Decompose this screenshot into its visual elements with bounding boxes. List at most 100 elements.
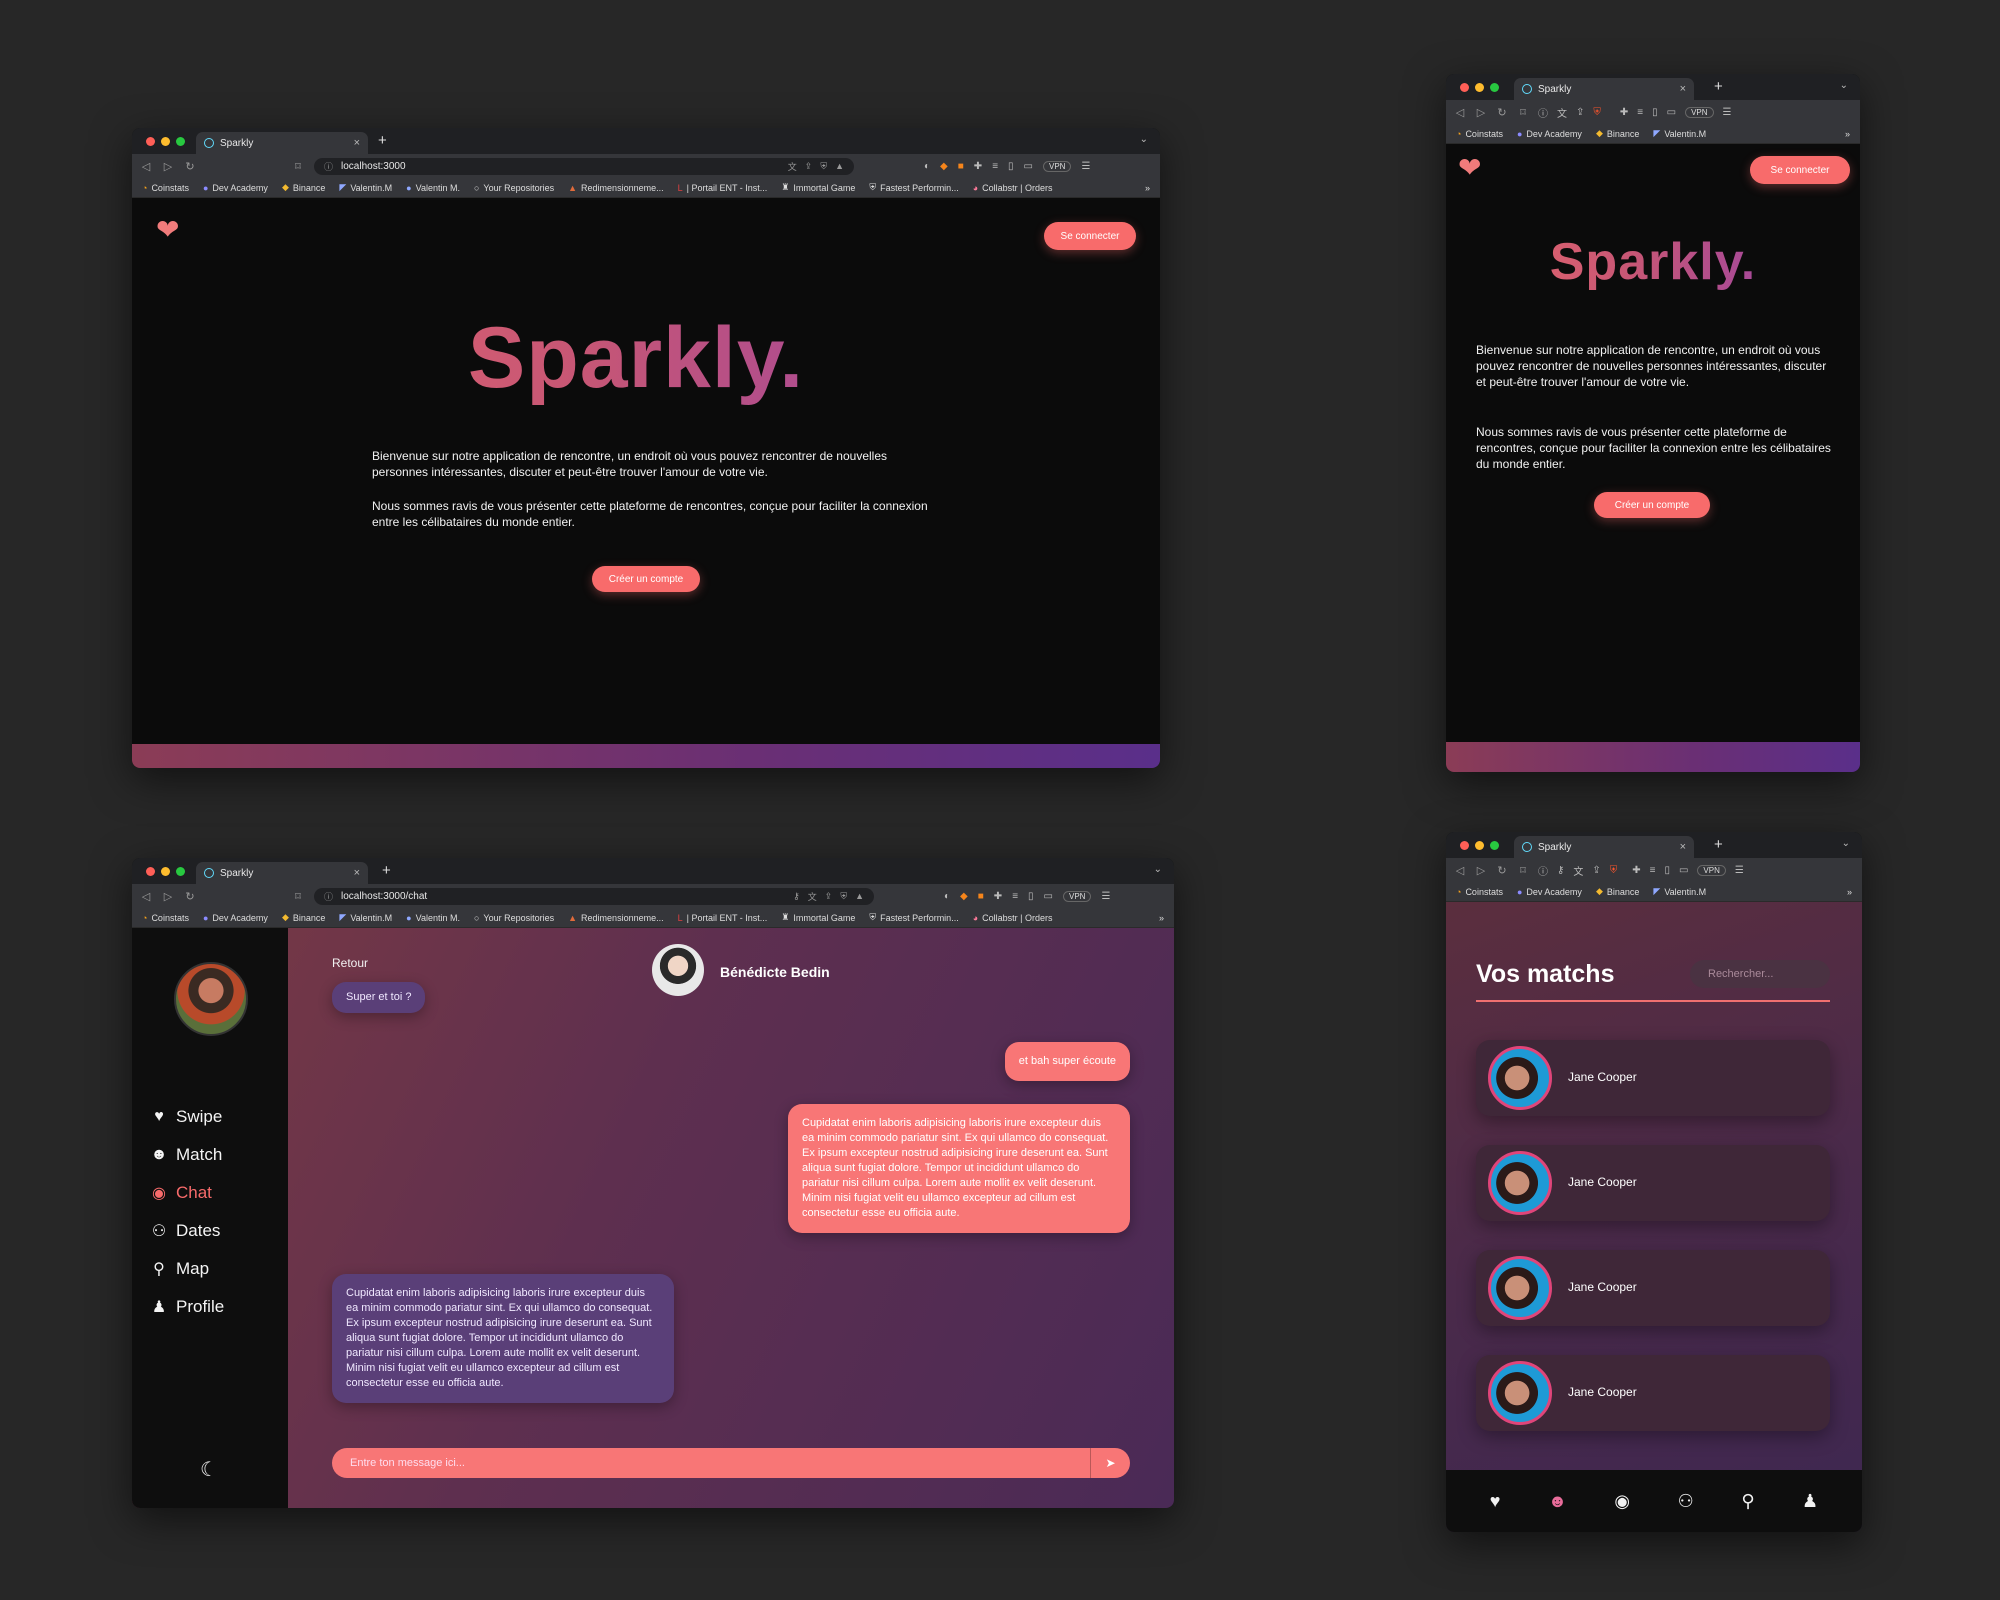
window-controls[interactable]: [146, 137, 185, 146]
bookmark-item[interactable]: ● Valentin M.: [406, 913, 460, 923]
key-icon[interactable]: ⚷: [793, 891, 800, 902]
bookmark-icon[interactable]: ⌑: [292, 890, 304, 903]
bookmark-icon[interactable]: ⌑: [1517, 106, 1529, 119]
window-controls[interactable]: [1460, 841, 1499, 850]
playlist-icon[interactable]: ≡: [1012, 891, 1018, 902]
bookmark-item[interactable]: ○ Your Repositories: [474, 183, 554, 193]
sidebar-icon[interactable]: ▯: [1664, 865, 1670, 876]
forward-icon[interactable]: ▷: [1475, 106, 1487, 119]
close-tab-icon[interactable]: ×: [354, 137, 360, 149]
share-icon[interactable]: ⇪: [805, 161, 813, 172]
sidebar-item-dates[interactable]: ⚇ Dates: [150, 1212, 224, 1250]
window-controls[interactable]: [146, 867, 185, 876]
sidebar-icon[interactable]: ▯: [1008, 161, 1014, 172]
browser-tab[interactable]: Sparkly ×: [1514, 836, 1694, 858]
site-info-icon[interactable]: ⓘ: [1538, 863, 1548, 878]
close-tab-icon[interactable]: ×: [1680, 841, 1686, 853]
translate-icon[interactable]: 文: [788, 160, 797, 173]
brave-rewards-icon[interactable]: ▲: [835, 161, 844, 171]
bookmark-item[interactable]: L | Portail ENT - Inst...: [678, 913, 768, 923]
vpn-button[interactable]: VPN: [1043, 160, 1072, 172]
browser-tab[interactable]: Sparkly ×: [1514, 78, 1694, 100]
bookmarks-overflow[interactable]: »: [1159, 913, 1164, 923]
wallet-icon[interactable]: ▭: [1667, 107, 1676, 118]
bookmark-item[interactable]: ◤ Valentin.M: [1653, 886, 1706, 897]
match-card[interactable]: Jane Cooper: [1476, 1355, 1830, 1431]
browser-tab[interactable]: Sparkly ×: [196, 132, 368, 154]
send-icon[interactable]: ➤: [1090, 1448, 1130, 1478]
brave-shield-icon[interactable]: ⛨: [1610, 865, 1618, 876]
translate-icon[interactable]: 文: [1573, 863, 1583, 878]
dark-mode-toggle-icon[interactable]: ☾: [200, 1457, 218, 1482]
bookmarks-overflow[interactable]: »: [1847, 887, 1852, 897]
browser-tab[interactable]: Sparkly ×: [196, 862, 368, 884]
forward-icon[interactable]: ▷: [162, 160, 174, 173]
heart-icon[interactable]: ♥: [1490, 1491, 1501, 1512]
bookmark-item[interactable]: ◤ Valentin.M: [339, 912, 392, 923]
bookmark-item[interactable]: ▲ Redimensionneme...: [568, 183, 663, 193]
tab-list-chevron-icon[interactable]: ⌄: [1840, 80, 1848, 91]
tab-list-chevron-icon[interactable]: ⌄: [1154, 864, 1162, 875]
playlist-icon[interactable]: ≡: [1650, 865, 1656, 876]
back-link[interactable]: Retour: [332, 956, 368, 970]
partner-avatar[interactable]: [652, 944, 704, 996]
puzzle-icon[interactable]: ✚: [974, 161, 982, 172]
reload-icon[interactable]: ↻: [184, 890, 196, 903]
bookmark-item[interactable]: ◕ Collabstr | Orders: [973, 913, 1053, 923]
menu-icon[interactable]: ☰: [1101, 891, 1110, 902]
share-icon[interactable]: ⇪: [1592, 865, 1600, 876]
vpn-button[interactable]: VPN: [1697, 864, 1726, 876]
match-card[interactable]: Jane Cooper: [1476, 1250, 1830, 1326]
map-pin-icon[interactable]: ⚲: [1741, 1491, 1754, 1512]
menu-icon[interactable]: ☰: [1081, 161, 1090, 172]
translate-icon[interactable]: 文: [1557, 105, 1567, 120]
bookmark-item[interactable]: ● Dev Academy: [203, 183, 268, 193]
bookmark-item[interactable]: ▲ Redimensionneme...: [568, 913, 663, 923]
extension-icon[interactable]: ◐: [924, 161, 930, 172]
bookmark-item[interactable]: ○ Your Repositories: [474, 913, 554, 923]
bookmark-item[interactable]: ◔ Coinstats: [1456, 129, 1503, 139]
back-icon[interactable]: ◁: [1454, 106, 1466, 119]
bookmark-item[interactable]: ◆ Binance: [282, 912, 325, 923]
wallet-icon[interactable]: ▭: [1679, 865, 1688, 876]
new-tab-button[interactable]: +: [1714, 836, 1723, 853]
match-card[interactable]: Jane Cooper: [1476, 1040, 1830, 1116]
site-info-icon[interactable]: ⓘ: [324, 890, 333, 903]
signup-button[interactable]: Créer un compte: [592, 566, 700, 592]
brave-rewards-icon[interactable]: ▲: [855, 891, 864, 901]
puzzle-icon[interactable]: ✚: [1620, 107, 1628, 118]
forward-icon[interactable]: ▷: [1475, 864, 1487, 877]
login-button[interactable]: Se connecter: [1750, 156, 1850, 184]
new-tab-button[interactable]: +: [378, 132, 387, 149]
new-tab-button[interactable]: +: [1714, 78, 1723, 95]
puzzle-icon[interactable]: ✚: [1632, 865, 1640, 876]
forward-icon[interactable]: ▷: [162, 890, 174, 903]
bookmark-item[interactable]: ● Valentin M.: [406, 183, 460, 193]
brave-shield-icon[interactable]: ⛨: [1593, 107, 1601, 118]
bookmark-item[interactable]: ● Dev Academy: [1517, 887, 1582, 897]
tab-list-chevron-icon[interactable]: ⌄: [1140, 134, 1148, 145]
vpn-button[interactable]: VPN: [1685, 106, 1714, 118]
translate-icon[interactable]: 文: [808, 890, 817, 903]
brave-shield-icon[interactable]: ⛨: [820, 161, 827, 172]
sidebar-item-match[interactable]: ☻ Match: [150, 1136, 224, 1174]
metamask-icon[interactable]: ◆: [940, 161, 948, 172]
back-icon[interactable]: ◁: [1454, 864, 1466, 877]
sidebar-item-profile[interactable]: ♟ Profile: [150, 1288, 224, 1326]
sidebar-icon[interactable]: ▯: [1028, 891, 1034, 902]
sidebar-item-map[interactable]: ⚲ Map: [150, 1250, 224, 1288]
sidebar-icon[interactable]: ▯: [1652, 107, 1658, 118]
user-icon[interactable]: ♟: [1802, 1491, 1818, 1512]
bookmark-item[interactable]: ◤ Valentin.M: [1653, 128, 1706, 139]
bookmark-item[interactable]: ⛨ Fastest Performin...: [869, 912, 958, 923]
bookmark-icon[interactable]: ⌑: [1517, 864, 1529, 877]
bookmark-item[interactable]: ◆ Binance: [1596, 128, 1639, 139]
sidebar-item-swipe[interactable]: ♥ Swipe: [150, 1098, 224, 1136]
bookmark-item[interactable]: ◤ Valentin.M: [339, 182, 392, 193]
bookmark-item[interactable]: ⛨ Fastest Performin...: [869, 182, 958, 193]
address-bar[interactable]: ⓘ localhost:3000 文 ⇪ ⛨ ▲: [314, 157, 854, 175]
login-button[interactable]: Se connecter: [1044, 222, 1136, 250]
bookmark-item[interactable]: ◔ Coinstats: [142, 183, 189, 193]
bookmark-item[interactable]: ● Dev Academy: [203, 913, 268, 923]
share-icon[interactable]: ⇪: [1576, 107, 1584, 118]
